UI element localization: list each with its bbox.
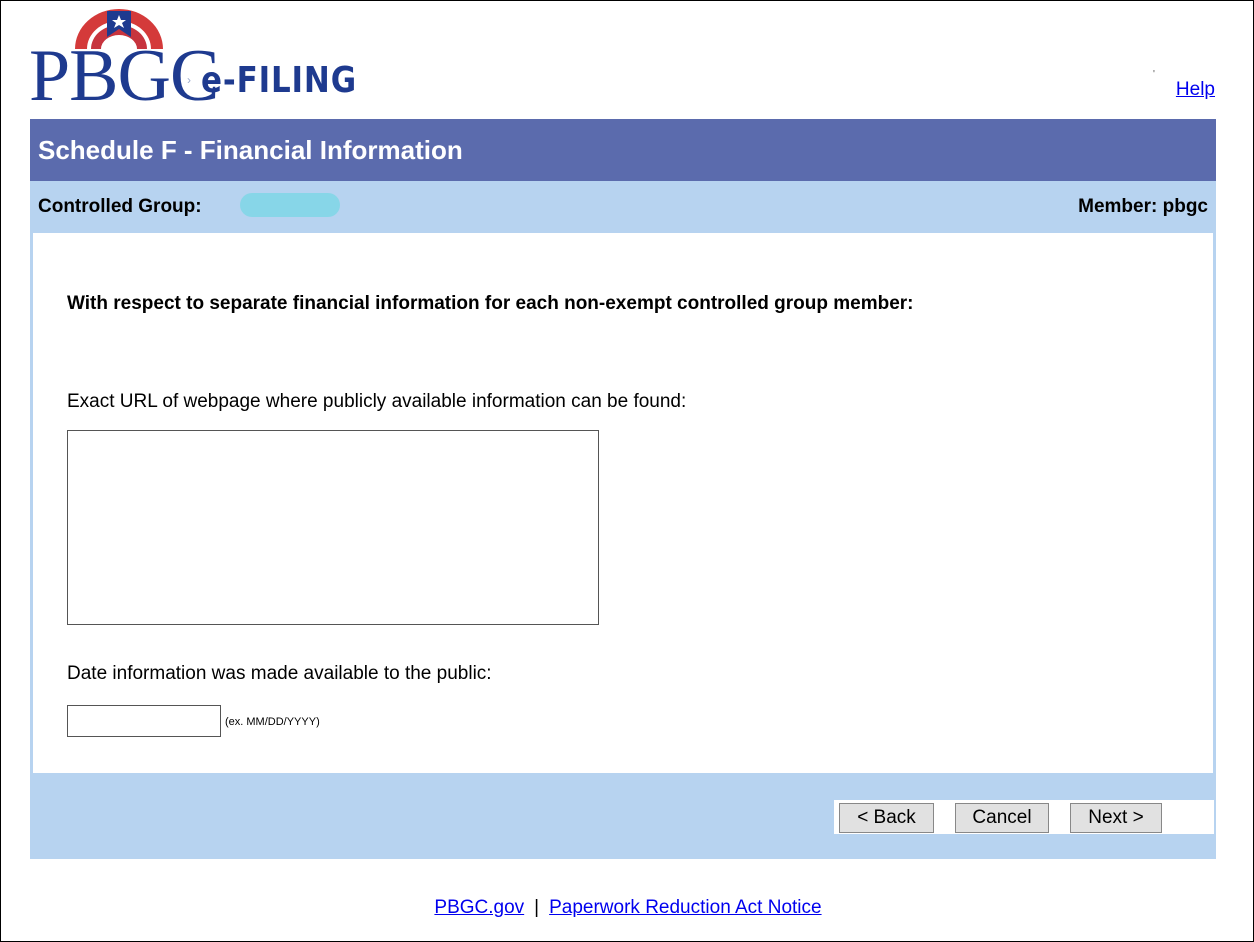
url-textarea[interactable]	[67, 430, 599, 625]
logo-dots-icon: ›	[187, 73, 191, 87]
url-field-label: Exact URL of webpage where publicly avai…	[67, 391, 687, 412]
date-format-hint: (ex. MM/DD/YYYY)	[225, 716, 320, 728]
context-bar: Controlled Group: Member: pbgc	[30, 181, 1216, 233]
help-link[interactable]: Help	[1176, 79, 1215, 101]
date-input[interactable]	[67, 705, 221, 737]
cancel-button[interactable]: Cancel	[955, 803, 1049, 833]
back-button[interactable]: < Back	[839, 803, 934, 833]
pbgc-gov-link[interactable]: PBGC.gov	[434, 897, 524, 918]
next-button[interactable]: Next >	[1070, 803, 1162, 833]
button-bar: < Back Cancel Next >	[30, 773, 1216, 859]
footer-separator: |	[534, 897, 540, 918]
form-heading: With respect to separate financial infor…	[67, 293, 914, 314]
page-footer: PBGC.gov | Paperwork Reduction Act Notice	[1, 897, 1254, 919]
redacted-value	[240, 193, 340, 217]
controlled-group-label: Controlled Group:	[38, 196, 202, 217]
help-tick-mark: '	[1153, 69, 1155, 80]
paperwork-notice-link[interactable]: Paperwork Reduction Act Notice	[549, 897, 821, 918]
page-title-bar: Schedule F - Financial Information	[30, 119, 1216, 181]
date-field-label: Date information was made available to t…	[67, 663, 492, 684]
form-content: With respect to separate financial infor…	[30, 233, 1216, 773]
member-label: Member: pbgc	[1078, 196, 1208, 217]
page-frame: PBGC › e-FILING PORTAL ' Help Schedule F…	[0, 0, 1254, 942]
page-title: Schedule F - Financial Information	[38, 135, 463, 165]
pbgc-logo: PBGC › e-FILING PORTAL	[29, 7, 549, 165]
